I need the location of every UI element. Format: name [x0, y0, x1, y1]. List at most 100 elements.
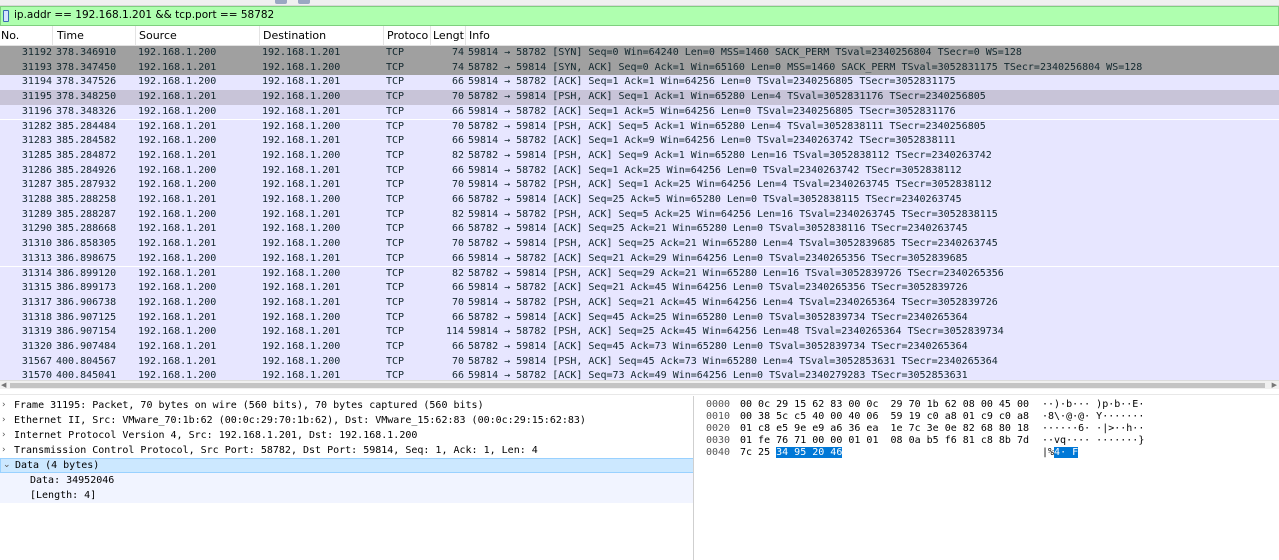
packet-destination-cell: 192.168.1.201: [262, 370, 341, 380]
column-separator[interactable]: [383, 26, 384, 46]
packet-length-cell: 74: [451, 47, 464, 58]
detail-protocol-row[interactable]: › Frame 31195: Packet, 70 bytes on wire (…: [0, 398, 693, 413]
packet-info-cell: 58782 → 59814 [PSH, ACK] Seq=29 Ack=21 W…: [468, 267, 1004, 279]
bytes-row[interactable]: 0020 01 c8 e5 9e e9 a6 36 ea 1e 7c 3e 0e …: [696, 423, 1279, 435]
packet-bytes-pane[interactable]: 0000 00 0c 29 15 62 83 00 0c 29 70 1b 62 …: [696, 396, 1279, 560]
bytes-row[interactable]: 0040 7c 25 34 95 20 46 |%4· F: [696, 447, 1279, 459]
packet-row[interactable]: 31285 385.284872 192.168.1.201 192.168.1.20…: [0, 148, 1279, 164]
packet-row[interactable]: 31310 386.858305 192.168.1.201 192.168.1.20…: [0, 237, 1279, 252]
packet-destination-cell: 192.168.1.200: [262, 223, 341, 235]
packet-row[interactable]: 31194 378.347526 192.168.1.200 192.168.1.20…: [0, 75, 1279, 91]
packet-row[interactable]: 31196 378.348326 192.168.1.200 192.168.1.20…: [0, 104, 1279, 120]
packet-row[interactable]: 31288 385.288258 192.168.1.201 192.168.1.20…: [0, 193, 1279, 208]
detail-field-row[interactable]: Data: 34952046: [0, 473, 693, 488]
column-header-source[interactable]: Source: [139, 29, 257, 42]
packet-row[interactable]: 31570 400.845041 192.168.1.200 192.168.1.20…: [0, 369, 1279, 380]
packet-info-cell: 58782 → 59814 [PSH, ACK] Seq=45 Ack=73 W…: [468, 355, 998, 367]
packet-row[interactable]: 31193 378.347450 192.168.1.201 192.168.1.20…: [0, 60, 1279, 76]
packet-list-horizontal-scrollbar[interactable]: ◀ ▶: [0, 380, 1279, 389]
display-filter-input[interactable]: ip.addr == 192.168.1.201 && tcp.port == …: [14, 9, 274, 21]
packet-list[interactable]: 31192 378.346910 192.168.1.200 192.168.1.20…: [0, 46, 1279, 380]
column-header-length[interactable]: Lengt: [433, 29, 465, 42]
detail-protocol-row[interactable]: ⌄ Data (4 bytes): [0, 458, 693, 473]
column-separator[interactable]: [465, 26, 466, 46]
bookmark-icon[interactable]: [3, 10, 9, 22]
toolbar-button-icon[interactable]: [275, 0, 287, 4]
expand-chevron-icon[interactable]: ⌄: [3, 459, 13, 472]
packet-source-cell: 192.168.1.200: [138, 370, 217, 380]
packet-row[interactable]: 31286 385.284926 192.168.1.200 192.168.1.20…: [0, 163, 1279, 179]
packet-row[interactable]: 31282 385.284484 192.168.1.201 192.168.1.20…: [0, 119, 1279, 135]
packet-row[interactable]: 31290 385.288668 192.168.1.201 192.168.1.20…: [0, 222, 1279, 238]
packet-row[interactable]: 31318 386.907125 192.168.1.201 192.168.1.20…: [0, 310, 1279, 326]
packet-number-cell: 31289: [21, 208, 52, 220]
column-header-info[interactable]: Info: [469, 29, 669, 42]
packet-destination-cell: 192.168.1.201: [262, 296, 341, 308]
detail-text: Internet Protocol Version 4, Src: 192.16…: [14, 430, 418, 441]
packet-destination-cell: 192.168.1.200: [262, 267, 341, 279]
packet-info-cell: 59814 → 58782 [SYN] Seq=0 Win=64240 Len=…: [468, 47, 1022, 58]
scroll-left-arrow-icon[interactable]: ◀: [1, 382, 6, 389]
packet-source-cell: 192.168.1.200: [138, 47, 217, 58]
collapse-chevron-icon[interactable]: ›: [2, 413, 12, 428]
packet-source-cell: 192.168.1.200: [138, 164, 217, 176]
bytes-hex-text: 00 0c 29 15 62 83 00 0c 29 70 1b 62 08 0…: [740, 399, 1029, 410]
packet-row[interactable]: 31313 386.898675 192.168.1.200 192.168.1.20…: [0, 251, 1279, 267]
packet-length-cell: 82: [451, 267, 464, 279]
packet-time-cell: 386.898675: [56, 252, 117, 264]
toolbar-button-icon[interactable]: [298, 0, 310, 4]
bytes-ascii-text: ·8\·@·@· Y·······: [1042, 411, 1145, 422]
packet-row[interactable]: 31283 385.284582 192.168.1.200 192.168.1.20…: [0, 134, 1279, 149]
packet-info-cell: 58782 → 59814 [ACK] Seq=25 Ack=21 Win=65…: [468, 223, 968, 235]
column-header-protocol[interactable]: Protoco: [387, 29, 429, 42]
packet-protocol-cell: TCP: [386, 311, 405, 323]
packet-protocol-cell: TCP: [386, 296, 405, 308]
packet-length-cell: 66: [451, 311, 464, 323]
packet-row[interactable]: 31317 386.906738 192.168.1.200 192.168.1.20…: [0, 295, 1279, 311]
packet-row[interactable]: 31289 385.288287 192.168.1.200 192.168.1.20…: [0, 207, 1279, 223]
collapse-chevron-icon[interactable]: ›: [2, 428, 12, 443]
packet-row[interactable]: 31320 386.907484 192.168.1.201 192.168.1.20…: [0, 340, 1279, 355]
packet-row-selected[interactable]: 31195 378.348250 192.168.1.201 192.168.1.20…: [0, 90, 1279, 105]
packet-destination-cell: 192.168.1.200: [262, 341, 341, 352]
packet-source-cell: 192.168.1.200: [138, 76, 217, 88]
column-header-time[interactable]: Time: [57, 29, 133, 42]
bytes-row[interactable]: 0010 00 38 5c c5 40 00 40 06 59 19 c0 a8 …: [696, 411, 1279, 423]
scroll-right-arrow-icon[interactable]: ▶: [1272, 382, 1277, 389]
packet-number-cell: 31192: [21, 47, 52, 58]
packet-row[interactable]: 31315 386.899173 192.168.1.200 192.168.1.20…: [0, 281, 1279, 296]
bytes-row[interactable]: 0030 01 fe 76 71 00 00 01 01 08 0a b5 f6 …: [696, 435, 1279, 447]
scrollbar-thumb[interactable]: [10, 383, 1265, 388]
detail-text: Frame 31195: Packet, 70 bytes on wire (5…: [14, 400, 484, 411]
collapse-chevron-icon[interactable]: ›: [2, 398, 12, 413]
detail-protocol-row[interactable]: › Ethernet II, Src: VMware_70:1b:62 (00:0…: [0, 413, 693, 428]
column-separator[interactable]: [52, 26, 53, 46]
detail-protocol-row[interactable]: › Transmission Control Protocol, Src Port…: [0, 443, 693, 458]
packet-length-cell: 66: [451, 105, 464, 117]
packet-number-cell: 31570: [21, 370, 52, 380]
column-header-destination[interactable]: Destination: [263, 29, 381, 42]
pane-splitter[interactable]: [0, 389, 1279, 395]
packet-time-cell: 386.899120: [56, 267, 117, 279]
packet-row[interactable]: 31192 378.346910 192.168.1.200 192.168.1.20…: [0, 46, 1279, 61]
column-separator[interactable]: [135, 26, 136, 46]
column-separator[interactable]: [430, 26, 431, 46]
packet-info-cell: 58782 → 59814 [ACK] Seq=25 Ack=5 Win=652…: [468, 194, 962, 205]
bytes-hex: 7c 25 34 95 20 46: [740, 447, 843, 459]
packet-row[interactable]: 31319 386.907154 192.168.1.200 192.168.1.20…: [0, 325, 1279, 340]
packet-length-cell: 66: [451, 252, 464, 264]
packet-protocol-cell: TCP: [386, 208, 405, 220]
detail-protocol-row[interactable]: › Internet Protocol Version 4, Src: 192.1…: [0, 428, 693, 443]
display-filter-bar[interactable]: ip.addr == 192.168.1.201 && tcp.port == …: [0, 6, 1279, 26]
column-header-no[interactable]: No.: [1, 29, 51, 42]
packet-details-pane[interactable]: › Frame 31195: Packet, 70 bytes on wire (…: [0, 396, 694, 560]
packet-row[interactable]: 31287 385.287932 192.168.1.200 192.168.1.20…: [0, 178, 1279, 193]
detail-field-row[interactable]: [Length: 4]: [0, 488, 693, 503]
bytes-row[interactable]: 0000 00 0c 29 15 62 83 00 0c 29 70 1b 62 …: [696, 399, 1279, 411]
packet-info-cell: 59814 → 58782 [ACK] Seq=1 Ack=5 Win=6425…: [468, 105, 956, 117]
collapse-chevron-icon[interactable]: ›: [2, 443, 12, 458]
packet-row[interactable]: 31314 386.899120 192.168.1.201 192.168.1.20…: [0, 266, 1279, 282]
packet-time-cell: 386.906738: [56, 296, 117, 308]
packet-row[interactable]: 31567 400.804567 192.168.1.201 192.168.1.20…: [0, 354, 1279, 370]
column-separator[interactable]: [259, 26, 260, 46]
